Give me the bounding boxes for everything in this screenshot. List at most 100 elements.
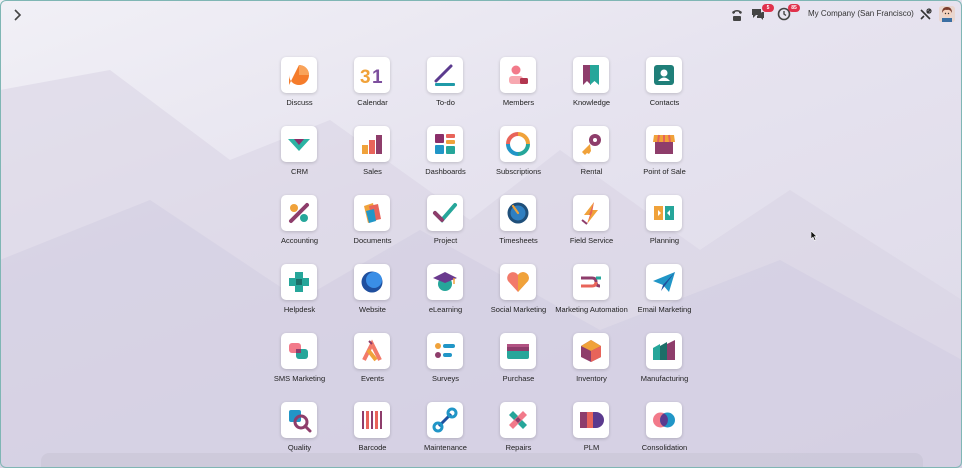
app-point-of-sale[interactable]: Point of Sale [628, 126, 701, 195]
contacts-icon [646, 57, 682, 93]
app-contacts[interactable]: Contacts [628, 57, 701, 126]
app-calendar[interactable]: 31 Calendar [336, 57, 409, 126]
app-label: Events [361, 374, 384, 383]
subscriptions-icon [500, 126, 536, 162]
helpdesk-icon [281, 264, 317, 300]
app-label: Point of Sale [643, 167, 686, 176]
app-label: Timesheets [499, 236, 538, 245]
app-email-marketing[interactable]: Email Marketing [628, 264, 701, 333]
consolidation-icon [646, 402, 682, 438]
app-label: Website [359, 305, 386, 314]
app-label: Subscriptions [495, 167, 542, 176]
barcode-icon [354, 402, 390, 438]
app-sales[interactable]: Sales [336, 126, 409, 195]
app-rental[interactable]: Rental [555, 126, 628, 195]
app-knowledge[interactable]: Knowledge [555, 57, 628, 126]
svg-text:3: 3 [360, 67, 371, 88]
email-marketing-icon [646, 264, 682, 300]
planning-icon [646, 195, 682, 231]
app-sms-marketing[interactable]: SMS Marketing [263, 333, 336, 402]
app-label: Barcode [358, 443, 387, 452]
app-label: Marketing Automation [555, 305, 628, 314]
app-label: CRM [290, 167, 309, 176]
app-label: Maintenance [424, 443, 467, 452]
clock-icon[interactable]: 85 [777, 4, 800, 23]
app-label: Surveys [431, 374, 460, 383]
app-label: Inventory [576, 374, 607, 383]
app-documents[interactable]: Documents [336, 195, 409, 264]
app-label: eLearning [428, 305, 463, 314]
sales-icon [354, 126, 390, 162]
app-label: To-do [436, 98, 455, 107]
app-inventory[interactable]: Inventory [555, 333, 628, 402]
quality-icon [281, 402, 317, 438]
accounting-icon [281, 195, 317, 231]
field-service-icon [573, 195, 609, 231]
app-label: Rental [580, 167, 603, 176]
chat-icon[interactable]: 5 [751, 4, 774, 23]
sms-marketing-icon [281, 333, 317, 369]
app-label: Discuss [286, 98, 313, 107]
app-label: Social Marketing [490, 305, 547, 314]
app-project[interactable]: Project [409, 195, 482, 264]
app-dashboards[interactable]: Dashboards [409, 126, 482, 195]
tools-icon[interactable] [919, 8, 932, 21]
app-label: Knowledge [572, 98, 611, 107]
app-website[interactable]: Website [336, 264, 409, 333]
app-label: Accounting [280, 236, 319, 245]
app-label: Members [502, 98, 535, 107]
social-marketing-icon [500, 264, 536, 300]
app-label: Contacts [649, 98, 680, 107]
repairs-icon [500, 402, 536, 438]
app-label: Email Marketing [637, 305, 692, 314]
members-icon [500, 57, 536, 93]
app-helpdesk[interactable]: Helpdesk [263, 264, 336, 333]
app-label: Manufacturing [640, 374, 689, 383]
surveys-icon [427, 333, 463, 369]
user-avatar[interactable] [939, 6, 955, 22]
app-field-service[interactable]: Field Service [555, 195, 628, 264]
window-frame: 5 85 My Company (San Francisco) Discuss … [0, 0, 962, 468]
app-label: Purchase [502, 374, 535, 383]
app-label: Sales [363, 167, 382, 176]
app-label: SMS Marketing [273, 374, 326, 383]
app-purchase[interactable]: Purchase [482, 333, 555, 402]
app-todo[interactable]: To-do [409, 57, 482, 126]
app-subscriptions[interactable]: Subscriptions [482, 126, 555, 195]
app-label: Repairs [505, 443, 532, 452]
app-social-marketing[interactable]: Social Marketing [482, 264, 555, 333]
app-accounting[interactable]: Accounting [263, 195, 336, 264]
app-events[interactable]: Events [336, 333, 409, 402]
app-manufacturing[interactable]: Manufacturing [628, 333, 701, 402]
app-timesheets[interactable]: Timesheets [482, 195, 555, 264]
manufacturing-icon [646, 333, 682, 369]
top-navbar: 5 85 My Company (San Francisco) [1, 1, 961, 29]
app-marketing-automation[interactable]: Marketing Automation [555, 264, 628, 333]
app-label: Dashboards [425, 167, 466, 176]
marketing-automation-icon [573, 264, 609, 300]
inventory-icon [573, 333, 609, 369]
app-discuss[interactable]: Discuss [263, 57, 336, 126]
app-planning[interactable]: Planning [628, 195, 701, 264]
project-icon [427, 195, 463, 231]
bottom-panel [41, 453, 923, 467]
apps-grid: Discuss 31 Calendar To-do Members Knowle… [263, 57, 701, 467]
maintenance-icon [427, 402, 463, 438]
app-label: Helpdesk [283, 305, 316, 314]
mouse-cursor [811, 231, 818, 241]
app-crm[interactable]: CRM [263, 126, 336, 195]
company-switcher[interactable]: My Company (San Francisco) [808, 9, 914, 18]
timesheets-icon [500, 195, 536, 231]
app-label: Project [433, 236, 458, 245]
app-label: Consolidation [641, 443, 688, 452]
app-members[interactable]: Members [482, 57, 555, 126]
phone-icon[interactable] [730, 7, 744, 23]
chevron-right-icon[interactable] [9, 7, 25, 23]
rental-icon [573, 126, 609, 162]
app-surveys[interactable]: Surveys [409, 333, 482, 402]
app-label: Field Service [569, 236, 614, 245]
point-of-sale-icon [646, 126, 682, 162]
svg-text:1: 1 [372, 67, 383, 88]
app-label: Documents [353, 236, 392, 245]
app-elearning[interactable]: eLearning [409, 264, 482, 333]
